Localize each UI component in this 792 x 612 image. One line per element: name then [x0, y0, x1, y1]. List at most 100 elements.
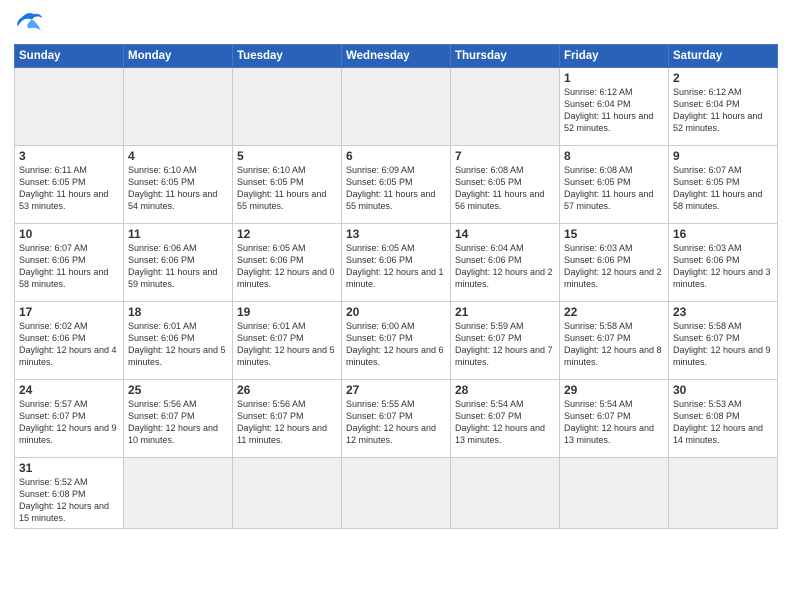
calendar-week-row: 17Sunrise: 6:02 AM Sunset: 6:06 PM Dayli… [15, 302, 778, 380]
day-info: Sunrise: 5:52 AM Sunset: 6:08 PM Dayligh… [19, 476, 119, 525]
day-number: 9 [673, 149, 773, 163]
calendar-cell: 19Sunrise: 6:01 AM Sunset: 6:07 PM Dayli… [233, 302, 342, 380]
day-info: Sunrise: 5:59 AM Sunset: 6:07 PM Dayligh… [455, 320, 555, 369]
day-number: 21 [455, 305, 555, 319]
day-info: Sunrise: 5:53 AM Sunset: 6:08 PM Dayligh… [673, 398, 773, 447]
day-info: Sunrise: 6:09 AM Sunset: 6:05 PM Dayligh… [346, 164, 446, 213]
page: SundayMondayTuesdayWednesdayThursdayFrid… [0, 0, 792, 612]
calendar-week-row: 1Sunrise: 6:12 AM Sunset: 6:04 PM Daylig… [15, 68, 778, 146]
calendar-table: SundayMondayTuesdayWednesdayThursdayFrid… [14, 44, 778, 529]
calendar-cell: 27Sunrise: 5:55 AM Sunset: 6:07 PM Dayli… [342, 380, 451, 458]
calendar-cell: 3Sunrise: 6:11 AM Sunset: 6:05 PM Daylig… [15, 146, 124, 224]
logo-bird-icon [16, 10, 48, 38]
calendar-cell: 11Sunrise: 6:06 AM Sunset: 6:06 PM Dayli… [124, 224, 233, 302]
day-number: 30 [673, 383, 773, 397]
day-number: 23 [673, 305, 773, 319]
calendar-cell: 28Sunrise: 5:54 AM Sunset: 6:07 PM Dayli… [451, 380, 560, 458]
calendar-cell [560, 458, 669, 529]
day-number: 6 [346, 149, 446, 163]
calendar-cell: 7Sunrise: 6:08 AM Sunset: 6:05 PM Daylig… [451, 146, 560, 224]
day-number: 14 [455, 227, 555, 241]
day-number: 5 [237, 149, 337, 163]
day-info: Sunrise: 6:11 AM Sunset: 6:05 PM Dayligh… [19, 164, 119, 213]
calendar-cell [233, 68, 342, 146]
day-number: 15 [564, 227, 664, 241]
day-number: 11 [128, 227, 228, 241]
calendar-cell: 24Sunrise: 5:57 AM Sunset: 6:07 PM Dayli… [15, 380, 124, 458]
day-info: Sunrise: 6:10 AM Sunset: 6:05 PM Dayligh… [237, 164, 337, 213]
day-info: Sunrise: 5:58 AM Sunset: 6:07 PM Dayligh… [673, 320, 773, 369]
calendar-cell [451, 68, 560, 146]
calendar-cell: 18Sunrise: 6:01 AM Sunset: 6:06 PM Dayli… [124, 302, 233, 380]
calendar-cell [342, 68, 451, 146]
day-number: 26 [237, 383, 337, 397]
day-info: Sunrise: 6:07 AM Sunset: 6:06 PM Dayligh… [19, 242, 119, 291]
day-number: 25 [128, 383, 228, 397]
calendar-cell: 29Sunrise: 5:54 AM Sunset: 6:07 PM Dayli… [560, 380, 669, 458]
calendar-cell: 31Sunrise: 5:52 AM Sunset: 6:08 PM Dayli… [15, 458, 124, 529]
day-info: Sunrise: 6:03 AM Sunset: 6:06 PM Dayligh… [564, 242, 664, 291]
day-info: Sunrise: 6:03 AM Sunset: 6:06 PM Dayligh… [673, 242, 773, 291]
day-info: Sunrise: 5:54 AM Sunset: 6:07 PM Dayligh… [455, 398, 555, 447]
day-info: Sunrise: 6:08 AM Sunset: 6:05 PM Dayligh… [564, 164, 664, 213]
day-number: 17 [19, 305, 119, 319]
day-info: Sunrise: 6:00 AM Sunset: 6:07 PM Dayligh… [346, 320, 446, 369]
logo-area [14, 10, 48, 38]
weekday-header-saturday: Saturday [669, 45, 778, 68]
calendar-week-row: 3Sunrise: 6:11 AM Sunset: 6:05 PM Daylig… [15, 146, 778, 224]
calendar-cell [124, 458, 233, 529]
calendar-cell [669, 458, 778, 529]
calendar-cell: 21Sunrise: 5:59 AM Sunset: 6:07 PM Dayli… [451, 302, 560, 380]
calendar-body: 1Sunrise: 6:12 AM Sunset: 6:04 PM Daylig… [15, 68, 778, 529]
weekday-header-tuesday: Tuesday [233, 45, 342, 68]
day-info: Sunrise: 5:54 AM Sunset: 6:07 PM Dayligh… [564, 398, 664, 447]
day-info: Sunrise: 6:05 AM Sunset: 6:06 PM Dayligh… [237, 242, 337, 291]
day-info: Sunrise: 6:04 AM Sunset: 6:06 PM Dayligh… [455, 242, 555, 291]
day-number: 8 [564, 149, 664, 163]
weekday-header-row: SundayMondayTuesdayWednesdayThursdayFrid… [15, 45, 778, 68]
calendar-cell: 4Sunrise: 6:10 AM Sunset: 6:05 PM Daylig… [124, 146, 233, 224]
calendar-cell: 13Sunrise: 6:05 AM Sunset: 6:06 PM Dayli… [342, 224, 451, 302]
calendar-cell: 2Sunrise: 6:12 AM Sunset: 6:04 PM Daylig… [669, 68, 778, 146]
calendar-week-row: 31Sunrise: 5:52 AM Sunset: 6:08 PM Dayli… [15, 458, 778, 529]
day-info: Sunrise: 6:12 AM Sunset: 6:04 PM Dayligh… [673, 86, 773, 135]
calendar-cell: 23Sunrise: 5:58 AM Sunset: 6:07 PM Dayli… [669, 302, 778, 380]
calendar-cell: 9Sunrise: 6:07 AM Sunset: 6:05 PM Daylig… [669, 146, 778, 224]
day-number: 3 [19, 149, 119, 163]
day-info: Sunrise: 5:56 AM Sunset: 6:07 PM Dayligh… [237, 398, 337, 447]
day-number: 12 [237, 227, 337, 241]
calendar-week-row: 10Sunrise: 6:07 AM Sunset: 6:06 PM Dayli… [15, 224, 778, 302]
day-number: 16 [673, 227, 773, 241]
header [14, 10, 778, 38]
weekday-header-thursday: Thursday [451, 45, 560, 68]
day-info: Sunrise: 6:06 AM Sunset: 6:06 PM Dayligh… [128, 242, 228, 291]
day-info: Sunrise: 6:10 AM Sunset: 6:05 PM Dayligh… [128, 164, 228, 213]
day-number: 27 [346, 383, 446, 397]
calendar-cell [451, 458, 560, 529]
day-number: 4 [128, 149, 228, 163]
weekday-header-friday: Friday [560, 45, 669, 68]
calendar-cell: 6Sunrise: 6:09 AM Sunset: 6:05 PM Daylig… [342, 146, 451, 224]
weekday-header-wednesday: Wednesday [342, 45, 451, 68]
day-number: 1 [564, 71, 664, 85]
calendar-header: SundayMondayTuesdayWednesdayThursdayFrid… [15, 45, 778, 68]
day-number: 22 [564, 305, 664, 319]
day-number: 13 [346, 227, 446, 241]
weekday-header-monday: Monday [124, 45, 233, 68]
calendar-cell: 20Sunrise: 6:00 AM Sunset: 6:07 PM Dayli… [342, 302, 451, 380]
day-number: 2 [673, 71, 773, 85]
calendar-cell [15, 68, 124, 146]
calendar-cell: 30Sunrise: 5:53 AM Sunset: 6:08 PM Dayli… [669, 380, 778, 458]
calendar-cell [342, 458, 451, 529]
calendar-cell: 26Sunrise: 5:56 AM Sunset: 6:07 PM Dayli… [233, 380, 342, 458]
calendar-cell: 12Sunrise: 6:05 AM Sunset: 6:06 PM Dayli… [233, 224, 342, 302]
calendar-cell: 16Sunrise: 6:03 AM Sunset: 6:06 PM Dayli… [669, 224, 778, 302]
calendar-cell: 1Sunrise: 6:12 AM Sunset: 6:04 PM Daylig… [560, 68, 669, 146]
day-number: 18 [128, 305, 228, 319]
calendar-cell: 5Sunrise: 6:10 AM Sunset: 6:05 PM Daylig… [233, 146, 342, 224]
logo [14, 10, 48, 38]
day-number: 19 [237, 305, 337, 319]
calendar-week-row: 24Sunrise: 5:57 AM Sunset: 6:07 PM Dayli… [15, 380, 778, 458]
day-number: 24 [19, 383, 119, 397]
day-info: Sunrise: 6:12 AM Sunset: 6:04 PM Dayligh… [564, 86, 664, 135]
